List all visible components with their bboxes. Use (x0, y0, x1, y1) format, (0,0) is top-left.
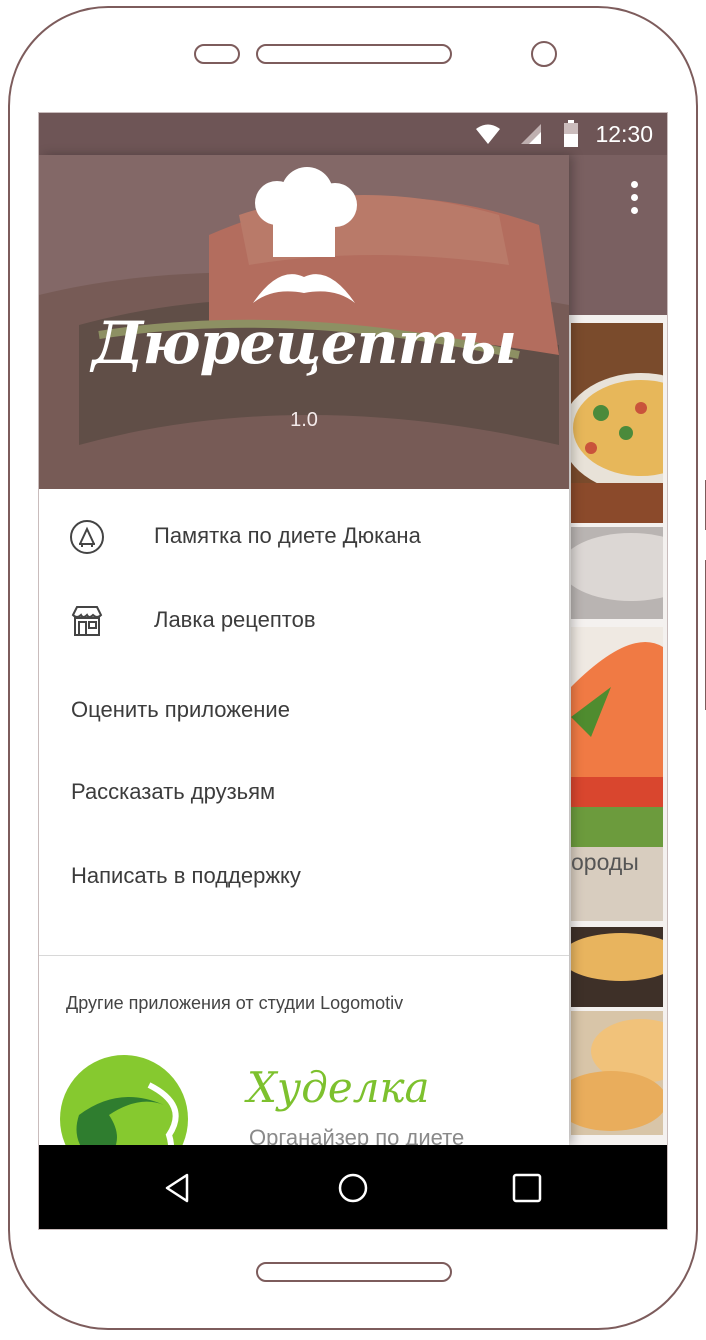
menu-item-label: Оценить приложение (71, 697, 290, 722)
recipe-list (571, 315, 663, 1145)
phone-sensor (194, 44, 240, 64)
app-version: 1.0 (290, 409, 318, 431)
recipe-image (571, 323, 663, 523)
app-logo-title: Дюрецепты (91, 309, 517, 377)
menu-item-dukan-memo[interactable]: Памятка по диете Дюкана (39, 497, 569, 577)
status-bar: 12:30 (39, 113, 667, 155)
status-time: 12:30 (595, 121, 653, 147)
battery-icon (564, 120, 578, 147)
menu-item-support[interactable]: Написать в поддержку (39, 837, 569, 917)
phone-speaker (256, 44, 452, 64)
recipe-image (571, 627, 663, 921)
recipe-card[interactable] (571, 927, 663, 1007)
recipe-card[interactable] (571, 627, 663, 921)
hudelka-logo-icon[interactable] (59, 1055, 189, 1145)
screen: 12:30 Дюрецепты 1.0 Памятка по диете Дюк… (38, 112, 668, 1230)
menu-item-recipe-shop[interactable]: Лавка рецептов (39, 581, 569, 661)
dukan-d-icon (70, 520, 104, 554)
front-camera (531, 41, 557, 67)
promo-app-name[interactable]: Худелка (247, 1063, 430, 1112)
power-button (700, 560, 706, 710)
recipe-card[interactable] (571, 1011, 663, 1135)
promo-app-subtitle: Органайзер по диете (249, 1125, 465, 1145)
recipe-card[interactable] (571, 527, 663, 619)
menu-item-label: Рассказать друзьям (71, 779, 276, 804)
recents-icon[interactable] (510, 1171, 544, 1205)
menu-item-rate-app[interactable]: Оценить приложение (39, 671, 569, 751)
recipe-card-label: ороды (571, 849, 639, 875)
volume-button (700, 480, 706, 530)
recipe-image (571, 527, 663, 619)
navigation-drawer: Дюрецепты 1.0 Памятка по диете Дюкана Ла… (39, 155, 569, 1145)
system-nav-bar (39, 1145, 667, 1229)
home-icon[interactable] (336, 1171, 370, 1205)
store-icon (71, 606, 103, 636)
other-apps-title: Другие приложения от студии Logomotiv (66, 993, 404, 1013)
divider (39, 955, 569, 956)
drawer-header: Дюрецепты 1.0 (39, 155, 569, 489)
phone-home-slot (256, 1262, 452, 1282)
overflow-menu-icon[interactable] (627, 181, 641, 220)
menu-item-label: Памятка по диете Дюкана (154, 523, 421, 548)
signal-icon (521, 124, 541, 144)
back-icon[interactable] (161, 1171, 195, 1205)
recipe-image (571, 1011, 663, 1135)
wifi-icon (476, 124, 500, 144)
menu-item-label: Написать в поддержку (71, 863, 301, 888)
menu-item-label: Лавка рецептов (154, 607, 316, 632)
recipe-image (571, 927, 663, 1007)
menu-item-tell-friends[interactable]: Рассказать друзьям (39, 753, 569, 833)
recipe-card[interactable] (571, 323, 663, 523)
